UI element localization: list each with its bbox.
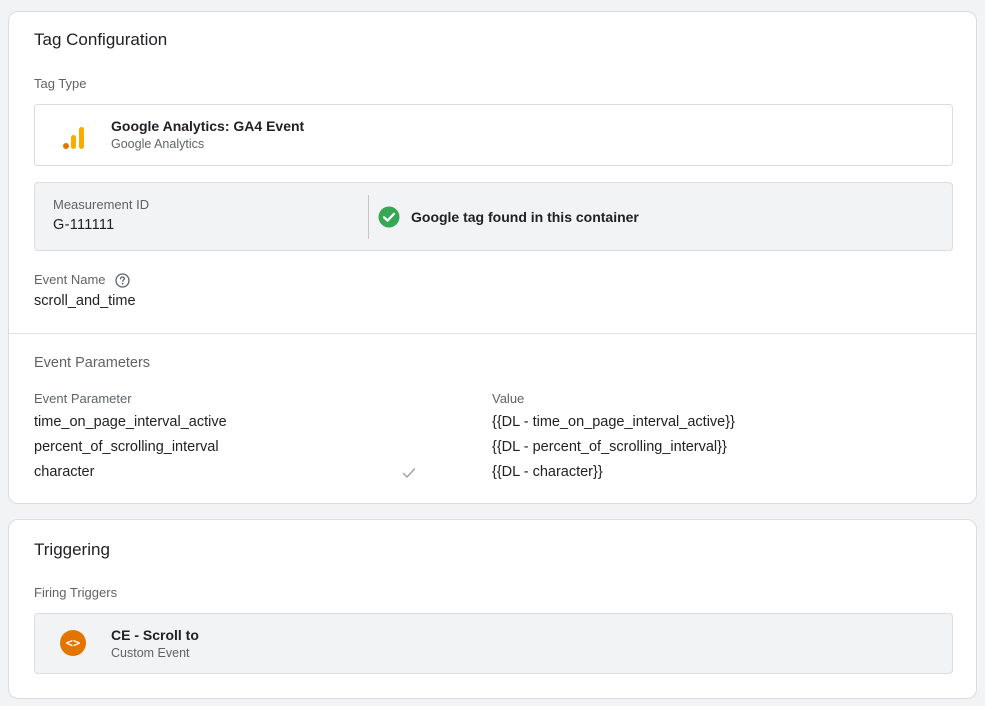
section-divider [9,333,976,334]
measurement-id-label: Measurement ID [53,197,150,212]
tag-configuration-card: Tag Configuration Tag Type Google Analyt… [8,11,977,504]
tag-type-label: Tag Type [34,76,87,91]
tag-type-selector[interactable]: Google Analytics: GA4 Event Google Analy… [34,104,953,166]
event-parameters-title: Event Parameters [34,355,151,371]
measurement-divider [368,195,369,239]
parameter-value: {{DL - character}} [492,464,603,480]
trigger-subtitle: Custom Event [111,646,190,660]
event-parameter-column-header: Event Parameter [34,391,132,406]
parameter-value: {{DL - time_on_page_interval_active}} [492,414,735,430]
trigger-name: CE - Scroll to [111,627,199,643]
tag-type-subtitle: Google Analytics [111,137,205,151]
check-circle-icon [378,206,400,228]
tag-configuration-title: Tag Configuration [34,30,168,49]
tag-type-name: Google Analytics: GA4 Event [111,118,305,134]
triggering-title: Triggering [34,540,110,559]
trigger-item[interactable]: <> CE - Scroll to Custom Event [34,613,953,674]
parameter-name: character [34,464,95,480]
parameter-name: time_on_page_interval_active [34,414,227,430]
google-analytics-icon [63,125,85,149]
firing-triggers-label: Firing Triggers [34,585,118,600]
parameter-value: {{DL - percent_of_scrolling_interval}} [492,439,727,455]
measurement-id-value: G-111111 [53,217,115,233]
measurement-id-box[interactable]: Measurement ID G-111111 Google tag found… [34,182,953,251]
checkmark-icon [402,468,416,478]
google-tag-status-text: Google tag found in this container [411,209,639,225]
event-name-value: scroll_and_time [34,293,136,309]
custom-event-code-icon: <> [60,630,86,656]
help-circle-icon[interactable] [115,273,130,288]
value-column-header: Value [492,391,525,406]
parameter-name: percent_of_scrolling_interval [34,439,219,455]
triggering-card: Triggering Firing Triggers <> CE - Scrol… [8,519,977,699]
event-name-label: Event Name [34,272,106,287]
